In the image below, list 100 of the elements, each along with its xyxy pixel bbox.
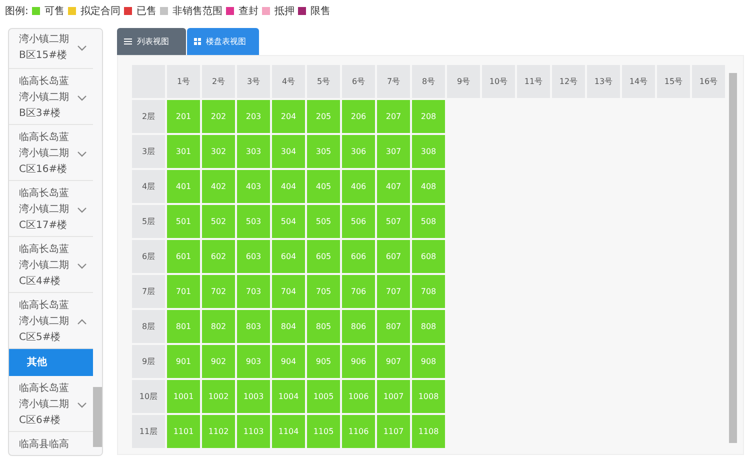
unit-cell[interactable]: 201 xyxy=(167,100,200,133)
unit-cell[interactable]: 206 xyxy=(342,100,375,133)
unit-cell[interactable]: 1008 xyxy=(412,380,445,413)
legend-label: 已售 xyxy=(136,4,156,18)
unit-cell[interactable]: 1101 xyxy=(167,415,200,448)
unit-cell[interactable]: 505 xyxy=(307,205,340,238)
unit-cell[interactable]: 403 xyxy=(237,170,270,203)
unit-cell[interactable]: 1106 xyxy=(342,415,375,448)
unit-cell[interactable]: 902 xyxy=(202,345,235,378)
unit-cell[interactable]: 604 xyxy=(272,240,305,273)
unit-column-header: 1号 xyxy=(167,65,200,98)
unit-cell[interactable]: 507 xyxy=(377,205,410,238)
unit-cell[interactable]: 307 xyxy=(377,135,410,168)
unit-cell[interactable]: 308 xyxy=(412,135,445,168)
unit-column-header: 2号 xyxy=(202,65,235,98)
unit-cell[interactable]: 805 xyxy=(307,310,340,343)
unit-cell[interactable]: 904 xyxy=(272,345,305,378)
unit-cell[interactable]: 1004 xyxy=(272,380,305,413)
unit-cell[interactable]: 606 xyxy=(342,240,375,273)
unit-cell[interactable]: 208 xyxy=(412,100,445,133)
unit-cell[interactable]: 506 xyxy=(342,205,375,238)
unit-cell[interactable]: 806 xyxy=(342,310,375,343)
unit-cell[interactable]: 1007 xyxy=(377,380,410,413)
unit-cell[interactable]: 1105 xyxy=(307,415,340,448)
unit-cell[interactable]: 405 xyxy=(307,170,340,203)
legend-title: 图例: xyxy=(5,4,28,18)
unit-cell[interactable]: 706 xyxy=(342,275,375,308)
unit-cell[interactable]: 205 xyxy=(307,100,340,133)
unit-cell[interactable]: 207 xyxy=(377,100,410,133)
unit-cell[interactable]: 705 xyxy=(307,275,340,308)
unit-cell[interactable]: 203 xyxy=(237,100,270,133)
unit-cell[interactable]: 605 xyxy=(307,240,340,273)
sidebar-item-label: 临高长岛蓝湾小镇二期C区6#楼 xyxy=(19,382,70,428)
unit-cell[interactable]: 1102 xyxy=(202,415,235,448)
unit-cell[interactable]: 802 xyxy=(202,310,235,343)
unit-cell[interactable]: 1001 xyxy=(167,380,200,413)
unit-cell[interactable]: 601 xyxy=(167,240,200,273)
view-tab[interactable]: 列表视图 xyxy=(117,28,186,55)
unit-cell[interactable]: 707 xyxy=(377,275,410,308)
unit-cell[interactable]: 704 xyxy=(272,275,305,308)
unit-cell[interactable]: 301 xyxy=(167,135,200,168)
list-icon xyxy=(124,38,132,45)
unit-cell[interactable]: 906 xyxy=(342,345,375,378)
unit-cell[interactable]: 1005 xyxy=(307,380,340,413)
unit-cell[interactable]: 1003 xyxy=(237,380,270,413)
unit-cell[interactable]: 407 xyxy=(377,170,410,203)
unit-cell[interactable]: 1006 xyxy=(342,380,375,413)
unit-cell[interactable]: 702 xyxy=(202,275,235,308)
unit-cell[interactable]: 402 xyxy=(202,170,235,203)
unit-cell[interactable]: 504 xyxy=(272,205,305,238)
unit-cell[interactable]: 1107 xyxy=(377,415,410,448)
floor-header: 8层 xyxy=(132,310,165,343)
unit-cell[interactable]: 202 xyxy=(202,100,235,133)
unit-cell[interactable]: 304 xyxy=(272,135,305,168)
unit-cell[interactable]: 501 xyxy=(167,205,200,238)
unit-cell[interactable]: 306 xyxy=(342,135,375,168)
sidebar-subitem[interactable]: 其他 xyxy=(9,349,93,376)
view-tab[interactable]: 楼盘表视图 xyxy=(187,28,259,55)
unit-cell[interactable]: 607 xyxy=(377,240,410,273)
unit-cell[interactable]: 905 xyxy=(307,345,340,378)
unit-cell[interactable]: 401 xyxy=(167,170,200,203)
unit-cell[interactable]: 608 xyxy=(412,240,445,273)
unit-cell[interactable]: 503 xyxy=(237,205,270,238)
unit-column-header: 7号 xyxy=(377,65,410,98)
unit-column-header: 16号 xyxy=(692,65,725,98)
floor-header: 4层 xyxy=(132,170,165,203)
unit-column-header: 6号 xyxy=(342,65,375,98)
unit-cell[interactable]: 1104 xyxy=(272,415,305,448)
unit-cell[interactable]: 305 xyxy=(307,135,340,168)
legend-label: 可售 xyxy=(44,4,64,18)
unit-cell[interactable]: 804 xyxy=(272,310,305,343)
unit-cell[interactable]: 801 xyxy=(167,310,200,343)
unit-cell[interactable]: 703 xyxy=(237,275,270,308)
legend-label: 拟定合同 xyxy=(80,4,120,18)
unit-cell[interactable]: 303 xyxy=(237,135,270,168)
unit-cell[interactable]: 1103 xyxy=(237,415,270,448)
unit-cell[interactable]: 908 xyxy=(412,345,445,378)
floor-header: 3层 xyxy=(132,135,165,168)
unit-cell[interactable]: 708 xyxy=(412,275,445,308)
unit-cell[interactable]: 1108 xyxy=(412,415,445,448)
unit-cell[interactable]: 603 xyxy=(237,240,270,273)
unit-cell[interactable]: 602 xyxy=(202,240,235,273)
unit-cell[interactable]: 701 xyxy=(167,275,200,308)
unit-cell[interactable]: 302 xyxy=(202,135,235,168)
unit-cell[interactable]: 508 xyxy=(412,205,445,238)
unit-cell[interactable]: 408 xyxy=(412,170,445,203)
unit-cell[interactable]: 807 xyxy=(377,310,410,343)
unit-cell[interactable]: 903 xyxy=(237,345,270,378)
unit-column-header: 3号 xyxy=(237,65,270,98)
unit-cell[interactable]: 404 xyxy=(272,170,305,203)
unit-cell[interactable]: 502 xyxy=(202,205,235,238)
unit-cell[interactable]: 204 xyxy=(272,100,305,133)
unit-cell[interactable]: 1002 xyxy=(202,380,235,413)
unit-cell[interactable]: 803 xyxy=(237,310,270,343)
grid-icon xyxy=(194,38,201,45)
unit-cell[interactable]: 406 xyxy=(342,170,375,203)
unit-cell[interactable]: 901 xyxy=(167,345,200,378)
unit-cell[interactable]: 808 xyxy=(412,310,445,343)
unit-column-header: 8号 xyxy=(412,65,445,98)
unit-cell[interactable]: 907 xyxy=(377,345,410,378)
